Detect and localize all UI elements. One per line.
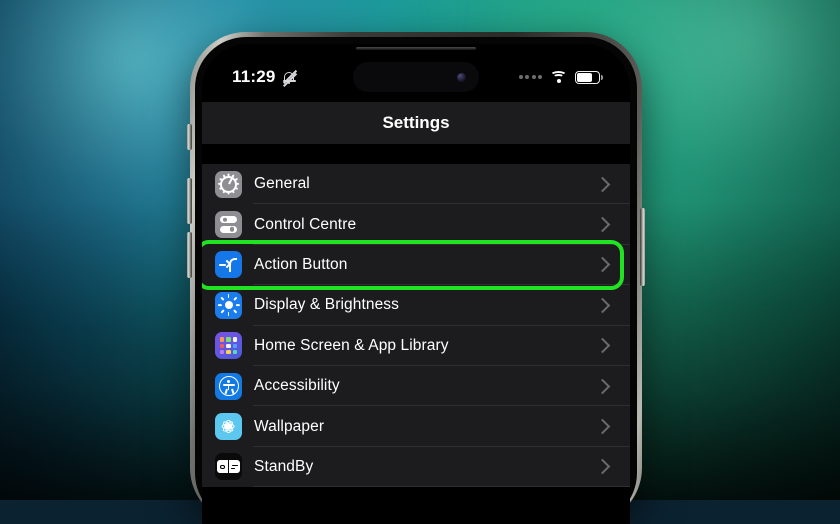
chevron-right-icon <box>594 176 611 192</box>
sidebar-item-label: Display & Brightness <box>254 296 400 314</box>
dynamic-island[interactable] <box>353 62 479 92</box>
bell-slash-icon <box>282 70 297 87</box>
status-bar-right <box>518 70 603 84</box>
settings-list[interactable]: General Control Centre Action Button Dis… <box>202 145 630 524</box>
iphone-device-frame: 11:29 Settings General Control Centre Ac… <box>187 32 645 524</box>
sidebar-item-standby[interactable]: StandBy <box>202 447 630 488</box>
standby-icon <box>215 453 242 481</box>
earpiece-speaker <box>356 47 476 50</box>
sidebar-item-display-brightness[interactable]: Display & Brightness <box>202 285 630 326</box>
list-item-wrapper: Display & Brightness <box>202 285 630 326</box>
sidebar-item-action-button[interactable]: Action Button <box>202 245 630 286</box>
sidebar-item-label: General <box>254 175 310 193</box>
chevron-right-icon <box>594 297 611 314</box>
navigation-bar: Settings <box>202 102 630 144</box>
sliders-icon <box>215 211 242 239</box>
sidebar-item-wallpaper[interactable]: Wallpaper <box>202 406 630 447</box>
action-button-icon <box>215 251 242 279</box>
accessibility-icon <box>215 372 242 400</box>
sidebar-item-label: Wallpaper <box>254 417 325 435</box>
volume-down-button[interactable] <box>187 232 192 278</box>
page-title: Settings <box>382 113 450 132</box>
list-item-wrapper: Home Screen & App Library <box>202 326 630 366</box>
chevron-right-icon <box>594 216 611 233</box>
wifi-icon <box>550 70 567 84</box>
sidebar-item-home-screen[interactable]: Home Screen & App Library <box>202 326 630 366</box>
silent-switch-button[interactable] <box>187 124 192 150</box>
chevron-right-icon <box>594 418 611 435</box>
list-item-wrapper: General <box>202 164 630 205</box>
list-item-wrapper: Action Button <box>202 239 630 290</box>
chevron-right-icon <box>594 459 611 475</box>
chevron-right-icon <box>594 378 611 394</box>
sidebar-item-label: Home Screen & App Library <box>254 336 449 354</box>
front-camera-icon <box>457 72 466 82</box>
list-item-wrapper: Control Centre <box>202 204 630 245</box>
settings-list-group: General Control Centre Action Button Dis… <box>202 164 630 488</box>
sidebar-item-control-centre[interactable]: Control Centre <box>202 204 630 245</box>
row-separator <box>253 486 630 488</box>
flower-icon <box>215 413 242 441</box>
sidebar-item-label: Accessibility <box>254 377 340 395</box>
list-item-wrapper: StandBy <box>202 447 630 488</box>
volume-up-button[interactable] <box>187 178 192 224</box>
sidebar-item-label: Action Button <box>254 255 348 273</box>
phone-screen: 11:29 Settings General Control Centre Ac… <box>202 44 630 524</box>
chevron-right-icon <box>594 257 611 273</box>
battery-icon <box>575 70 603 84</box>
power-button[interactable] <box>640 208 645 286</box>
status-clock: 11:29 <box>232 67 276 86</box>
gear-icon <box>215 170 242 198</box>
list-item-wrapper: Wallpaper <box>202 406 630 447</box>
sidebar-item-label: StandBy <box>254 457 314 475</box>
sidebar-item-label: Control Centre <box>254 215 357 233</box>
chevron-right-icon <box>594 337 611 354</box>
sidebar-item-general[interactable]: General <box>202 164 630 205</box>
cellular-dots-icon <box>518 75 542 79</box>
status-bar-left: 11:29 <box>232 67 297 87</box>
sidebar-item-accessibility[interactable]: Accessibility <box>202 366 630 407</box>
app-grid-icon <box>215 332 242 360</box>
list-item-wrapper: Accessibility <box>202 366 630 407</box>
brightness-icon <box>215 291 242 319</box>
